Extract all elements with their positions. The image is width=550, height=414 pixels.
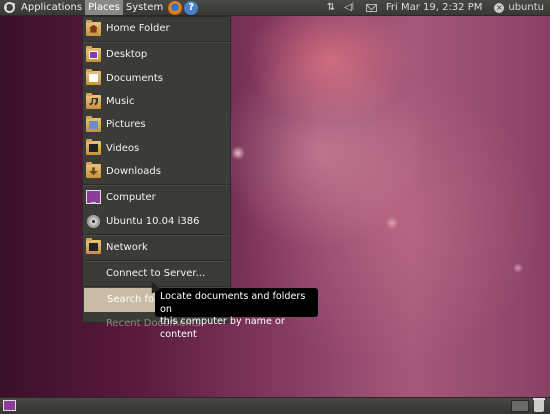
menu-item-desktop[interactable]: Desktop <box>83 43 230 66</box>
menu-item-label: Music <box>106 96 135 108</box>
menu-item-label: Videos <box>106 142 140 154</box>
menu-item-music[interactable]: Music <box>83 90 230 113</box>
trash-icon[interactable] <box>533 398 545 412</box>
power-icon[interactable]: × <box>494 2 505 13</box>
tooltip-line: Locate documents and folders on <box>160 291 306 315</box>
system-menu[interactable]: System <box>123 0 166 15</box>
workspace-switcher[interactable] <box>511 400 529 412</box>
menu-separator <box>83 259 230 261</box>
desktop-folder-icon <box>86 45 101 62</box>
user-menu[interactable]: ubuntu <box>508 2 544 13</box>
network-icon[interactable]: ⇅ <box>327 2 335 13</box>
menu-item-ubuntu-cd[interactable]: Ubuntu 10.04 i386 <box>83 209 230 232</box>
menu-item-videos[interactable]: Videos <box>83 136 230 159</box>
show-desktop-icon[interactable] <box>3 400 16 411</box>
menu-item-label: Pictures <box>106 119 146 131</box>
places-dropdown-menu: Home Folder Desktop Documents Music Pict… <box>82 16 231 329</box>
ubuntu-logo-icon[interactable] <box>4 2 15 13</box>
menu-item-label: Connect to Server... <box>106 268 206 280</box>
menu-item-downloads[interactable]: Downloads <box>83 160 230 183</box>
mail-icon[interactable] <box>365 3 377 12</box>
network-folder-icon <box>86 238 101 255</box>
system-tray: ⇅ ◁⦚ Fri Mar 19, 2:32 PM × ubuntu <box>318 0 550 15</box>
documents-folder-icon <box>86 69 101 86</box>
bottom-panel <box>0 397 550 414</box>
menu-separator <box>83 233 230 235</box>
home-folder-icon <box>86 19 101 36</box>
menu-item-label: Downloads <box>106 165 161 177</box>
menu-item-label: Network <box>106 241 148 253</box>
computer-icon <box>86 189 101 204</box>
main-menu-bar: Applications Places System ? <box>0 0 199 15</box>
menu-separator <box>83 41 230 43</box>
menu-item-network[interactable]: Network <box>83 236 230 259</box>
music-folder-icon <box>86 92 101 109</box>
menu-item-label: Documents <box>106 72 164 84</box>
top-panel: Applications Places System ? ⇅ ◁⦚ Fri Ma… <box>0 0 550 16</box>
menu-item-label: Desktop <box>106 49 148 61</box>
applications-menu[interactable]: Applications <box>18 0 85 15</box>
menu-item-home-folder[interactable]: Home Folder <box>83 17 230 40</box>
places-menu[interactable]: Places <box>85 0 123 15</box>
downloads-folder-icon <box>86 162 101 179</box>
tooltip-line: this computer by name or content <box>160 316 285 340</box>
search-tooltip: Locate documents and folders on this com… <box>155 288 318 340</box>
menu-item-label: Ubuntu 10.04 i386 <box>106 215 200 227</box>
menu-item-pictures[interactable]: Pictures <box>83 113 230 136</box>
clock[interactable]: Fri Mar 19, 2:32 PM <box>386 2 483 13</box>
menu-item-label: Home Folder <box>106 23 170 35</box>
menu-separator <box>83 184 230 186</box>
pictures-folder-icon <box>86 115 101 132</box>
help-icon[interactable]: ? <box>184 0 199 15</box>
menu-item-label: Computer <box>106 192 156 204</box>
cd-disc-icon <box>87 214 100 228</box>
volume-icon[interactable]: ◁⦚ <box>344 2 354 13</box>
firefox-icon[interactable] <box>168 0 183 15</box>
videos-folder-icon <box>86 139 101 156</box>
menu-item-computer[interactable]: Computer <box>83 186 230 209</box>
menu-item-documents[interactable]: Documents <box>83 67 230 90</box>
